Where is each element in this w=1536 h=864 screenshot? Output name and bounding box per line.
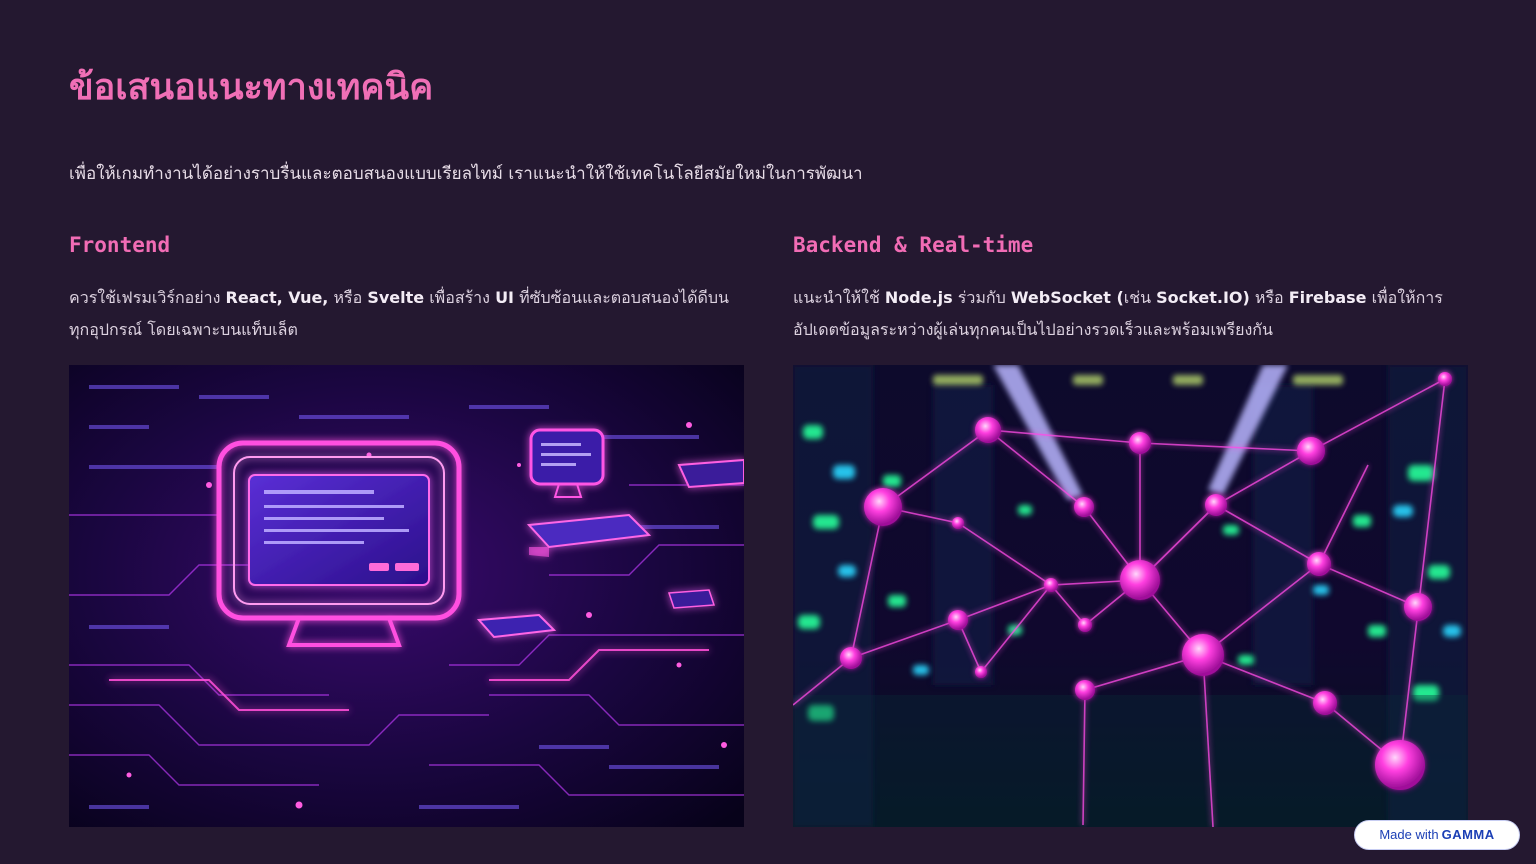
emphasis-term: Firebase	[1288, 288, 1367, 307]
made-with-gamma-badge[interactable]: Made with GAMMA	[1354, 820, 1520, 850]
frontend-description: ควรใช้เฟรมเวิร์กอย่าง React, Vue, หรือ S…	[69, 282, 744, 354]
badge-prefix: Made with	[1379, 827, 1439, 842]
gamma-logo: GAMMA	[1441, 827, 1495, 842]
slide-title: ข้อเสนอแนะทางเทคนิค	[69, 66, 434, 108]
body-text: หรือ	[1249, 288, 1289, 307]
emphasis-term: Socket.IO)	[1156, 288, 1250, 307]
frontend-illustration	[69, 365, 744, 827]
frontend-column: Frontend ควรใช้เฟรมเวิร์กอย่าง React, Vu…	[69, 228, 744, 354]
emphasis-term: WebSocket (	[1010, 288, 1124, 307]
body-text: หรือ	[328, 288, 368, 307]
intro-text: เพื่อให้เกมทำงานได้อย่างราบรื่นและตอบสนอ…	[69, 164, 863, 184]
emphasis-term: React, Vue,	[225, 288, 329, 307]
backend-heading: Backend & Real-time	[793, 233, 1034, 257]
body-text: ร่วมกับ	[952, 288, 1011, 307]
body-text: เช่น	[1123, 288, 1157, 307]
emphasis-term: UI	[495, 288, 515, 307]
backend-illustration	[793, 365, 1468, 827]
emphasis-term: Svelte	[367, 288, 425, 307]
emphasis-term: Node.js	[884, 288, 953, 307]
body-text: ควรใช้เฟรมเวิร์กอย่าง	[69, 288, 226, 307]
frontend-heading: Frontend	[69, 233, 171, 257]
body-text: เพื่อสร้าง	[424, 288, 496, 307]
backend-description: แนะนำให้ใช้ Node.js ร่วมกับ WebSocket (เ…	[793, 282, 1468, 354]
backend-column: Backend & Real-time แนะนำให้ใช้ Node.js …	[793, 228, 1468, 354]
body-text: แนะนำให้ใช้	[793, 288, 885, 307]
